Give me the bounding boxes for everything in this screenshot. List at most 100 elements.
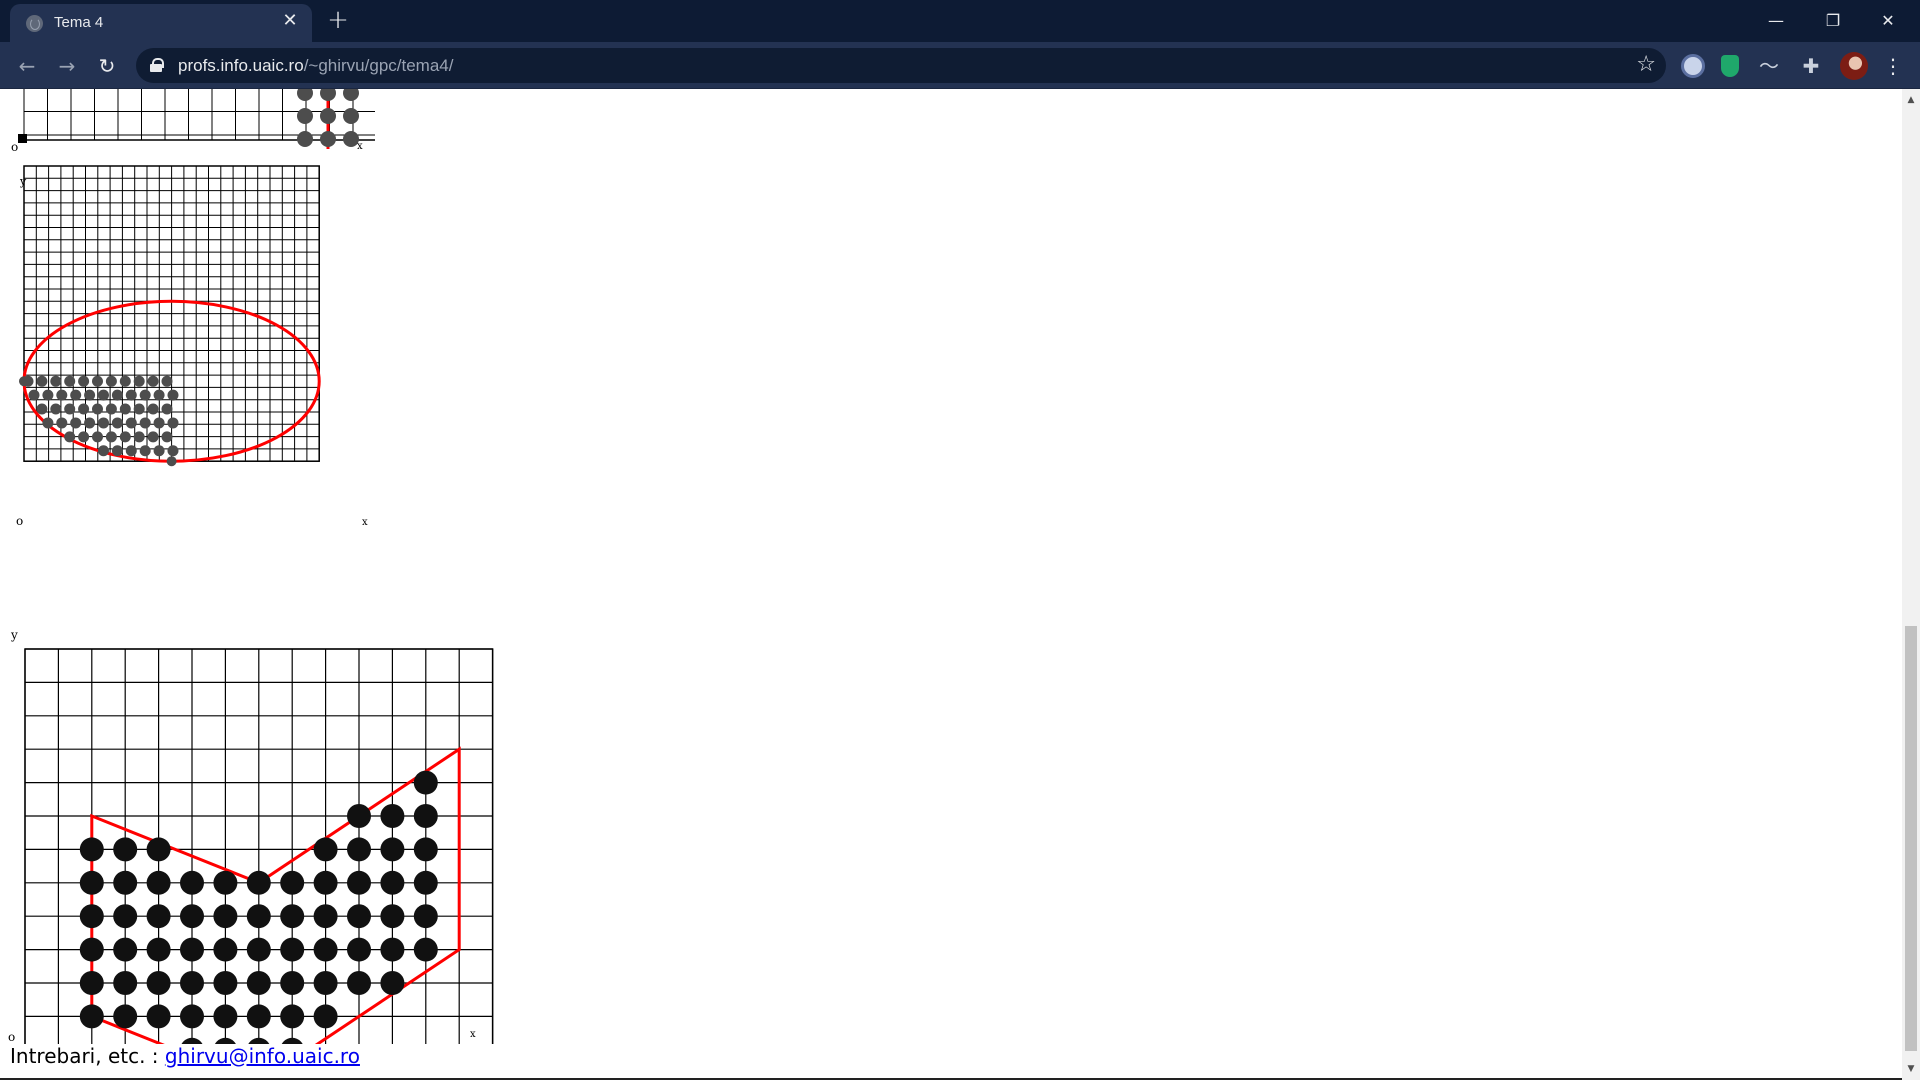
- pixel-dot: [380, 904, 405, 929]
- pixel-dot: [113, 971, 138, 995]
- origin-label: o: [11, 140, 18, 154]
- pixel-dot: [180, 1004, 204, 1029]
- pixel-dot: [246, 937, 271, 962]
- email-link[interactable]: ghirvu@info.uaic.ro: [165, 1044, 360, 1068]
- pixel-dot: [133, 431, 145, 443]
- forward-icon[interactable]: →: [53, 52, 81, 80]
- pixel-dot: [313, 904, 338, 929]
- kebab-menu-icon[interactable]: ⋮: [1883, 52, 1903, 80]
- lock-icon[interactable]: [150, 58, 164, 72]
- shield-extension-icon[interactable]: [1721, 55, 1739, 77]
- pixel-dot: [280, 870, 305, 895]
- pixel-dot: [297, 89, 313, 101]
- origin-marker: [18, 134, 27, 143]
- pixel-dot: [146, 1004, 171, 1029]
- pixel-dot: [161, 375, 173, 387]
- window-close-icon[interactable]: ✕: [1866, 6, 1910, 36]
- pixel-dot: [113, 837, 138, 862]
- pixel-dot: [113, 904, 138, 929]
- figure-segment-grid: ox: [11, 89, 375, 154]
- pixel-dot: [213, 971, 238, 995]
- scrollbar[interactable]: ▲ ▼: [1902, 89, 1920, 1080]
- back-icon[interactable]: ←: [13, 52, 41, 80]
- pixel-dot: [146, 837, 171, 862]
- pixel-dot: [97, 417, 109, 429]
- pixel-dot: [78, 431, 90, 443]
- pixel-dot: [119, 375, 131, 387]
- pixel-dot: [146, 870, 171, 895]
- y-axis-label: y: [10, 628, 18, 642]
- pixel-dot: [380, 837, 405, 862]
- pixel-dot: [64, 403, 76, 415]
- pixel-dot: [280, 904, 305, 929]
- pixel-dot: [161, 431, 173, 443]
- pixel-dot: [347, 804, 371, 828]
- pixel-dot: [91, 375, 103, 387]
- pixel-dot: [19, 376, 29, 387]
- footer-text: Intrebari, etc. :: [10, 1044, 165, 1068]
- figure-ellipse-grid: y o x: [16, 165, 368, 528]
- pixel-dot: [313, 837, 338, 862]
- pixel-dot: [413, 804, 438, 828]
- pixel-dot: [56, 417, 68, 429]
- tab-active[interactable]: Tema 4 ✕: [10, 4, 312, 42]
- pixel-dot: [213, 1004, 238, 1029]
- pixel-dot: [79, 971, 104, 995]
- pixel-dot: [125, 417, 137, 429]
- pixel-dot: [180, 971, 204, 995]
- pixel-dot: [139, 417, 151, 429]
- pixel-dot: [413, 904, 438, 929]
- pixel-dot: [64, 375, 76, 387]
- pixel-dot: [79, 904, 104, 929]
- pixel-dot: [146, 971, 171, 995]
- pixel-dot: [56, 389, 68, 401]
- pixel-dot: [79, 837, 104, 862]
- url-host: profs.info.uaic.ro: [178, 56, 304, 75]
- pixel-dot: [297, 131, 313, 147]
- pixel-dot: [347, 937, 371, 962]
- extension-icon[interactable]: [1681, 54, 1705, 78]
- pixel-dot: [413, 870, 438, 895]
- pixel-dot: [133, 403, 145, 415]
- pixel-dot: [180, 870, 204, 895]
- pixel-dot: [125, 389, 137, 401]
- pixel-dot: [180, 937, 204, 962]
- pixel-dot: [111, 445, 123, 457]
- pixel-dot: [380, 870, 405, 895]
- pixel-dot: [343, 108, 359, 124]
- pixel-dot: [167, 417, 179, 429]
- restore-icon[interactable]: ❐: [1811, 6, 1855, 36]
- pixel-dot: [313, 937, 338, 962]
- pixel-dot: [125, 445, 137, 457]
- address-bar[interactable]: profs.info.uaic.ro/~ghirvu/gpc/tema4/ ☆: [136, 48, 1666, 83]
- minimize-icon[interactable]: —: [1754, 6, 1798, 36]
- pixel-dot: [91, 403, 103, 415]
- pixel-dot: [280, 937, 305, 962]
- pixel-dot: [347, 837, 371, 862]
- close-icon[interactable]: ✕: [280, 11, 300, 31]
- url-text[interactable]: profs.info.uaic.ro/~ghirvu/gpc/tema4/: [178, 56, 453, 76]
- scroll-up-icon[interactable]: ▲: [1906, 95, 1916, 105]
- pixel-dot: [147, 375, 159, 387]
- wave-extension-icon[interactable]: 〜: [1757, 54, 1781, 78]
- pixel-dot: [180, 904, 204, 929]
- pixel-dot: [79, 870, 104, 895]
- x-axis-label: x: [357, 141, 363, 152]
- avatar[interactable]: [1840, 52, 1868, 80]
- pixel-dot: [320, 131, 336, 147]
- scroll-thumb[interactable]: [1905, 626, 1917, 1051]
- scroll-down-icon[interactable]: ▼: [1906, 1064, 1916, 1074]
- plus-icon[interactable]: +: [326, 7, 350, 33]
- pixel-dot: [153, 445, 165, 457]
- star-icon[interactable]: ☆: [1636, 52, 1656, 78]
- pixel-dot: [246, 870, 271, 895]
- pixel-dot: [313, 1004, 338, 1029]
- pixel-dot: [50, 375, 62, 387]
- pixel-dot: [36, 375, 48, 387]
- pixel-dot: [84, 389, 96, 401]
- pixel-dot: [119, 403, 131, 415]
- origin-label: o: [8, 1030, 15, 1044]
- reload-icon[interactable]: ↻: [93, 52, 121, 80]
- puzzle-icon[interactable]: ✚: [1799, 54, 1823, 78]
- pixel-dot: [105, 375, 117, 387]
